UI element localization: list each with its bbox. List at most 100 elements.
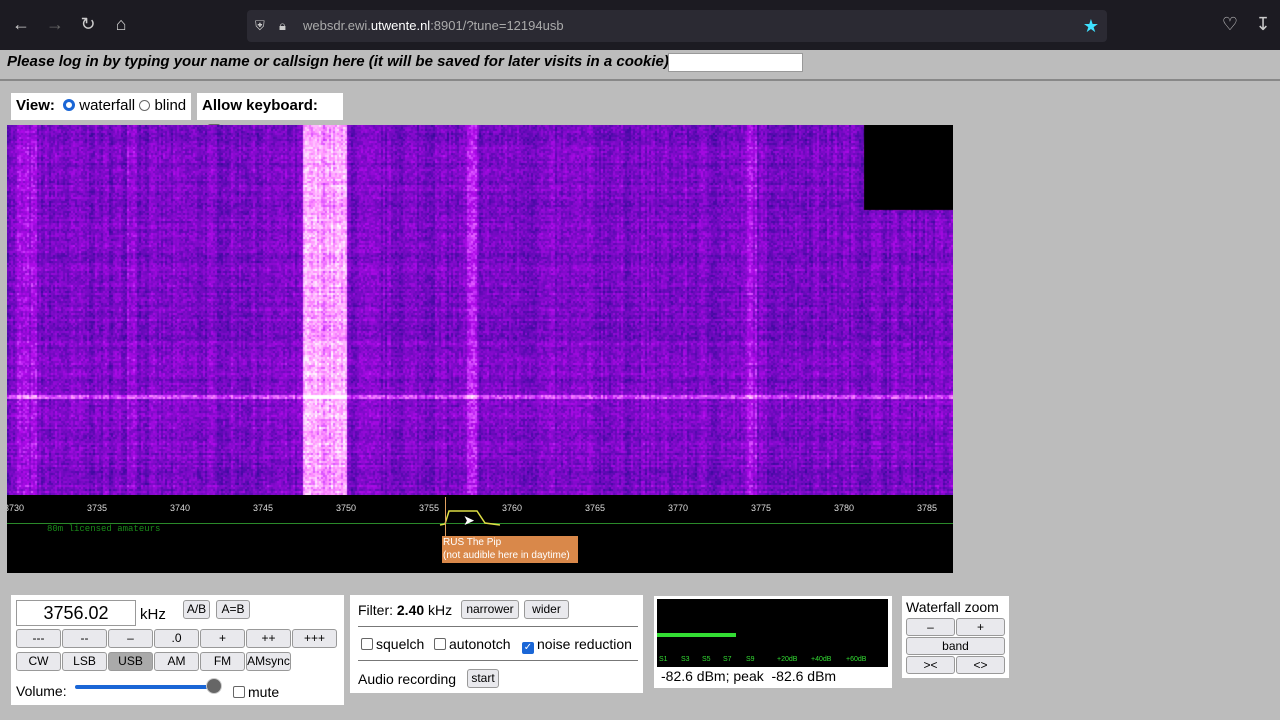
axis-tick-label: 3765	[584, 503, 606, 513]
noise-reduction-checkbox[interactable]: ✓	[522, 642, 534, 654]
filter-unit: kHz	[428, 602, 453, 618]
mouse-cursor-icon: ➤	[463, 512, 475, 528]
waterfall-radio-label[interactable]: waterfall	[79, 97, 135, 114]
axis-tick-label: 3755	[418, 503, 440, 513]
mode-amsync-button[interactable]: AMsync	[246, 652, 291, 671]
axis-tick-label: 3785	[916, 503, 938, 513]
divider	[0, 79, 1280, 81]
zoom-out-button[interactable]: –	[906, 618, 955, 636]
tune-step-button[interactable]: +++	[292, 629, 337, 648]
axis-tick-label: 3745	[252, 503, 274, 513]
pocket-icon[interactable]: ♡	[1218, 14, 1242, 35]
shield-icon: ⛨	[255, 18, 265, 33]
tune-step-button[interactable]: –	[108, 629, 153, 648]
axis-tick-label: 3775	[750, 503, 772, 513]
blind-radio[interactable]	[139, 100, 151, 111]
squelch-option[interactable]: squelch	[361, 636, 424, 652]
url-path: :8901/?tune=12194usb	[430, 18, 564, 33]
filter-label: Filter:	[358, 602, 393, 618]
waterfall-zoom-panel: Waterfall zoom – + band >< <>	[902, 596, 1009, 678]
noise-reduction-option[interactable]: ✓ noise reduction	[522, 636, 632, 654]
wider-button[interactable]: wider	[524, 600, 569, 619]
tune-step-button[interactable]: .0	[154, 629, 199, 648]
axis-tick-label: 3770	[667, 503, 689, 513]
axis-tick-label: 3735	[86, 503, 108, 513]
a-equals-b-button[interactable]: A=B	[216, 600, 250, 619]
callsign-input[interactable]	[668, 53, 803, 72]
bookmark-star-icon[interactable]: ★	[1083, 10, 1099, 42]
mode-am-button[interactable]: AM	[154, 652, 199, 671]
filter-value: 2.40	[396, 602, 425, 618]
station-name: RUS The Pip	[443, 537, 502, 548]
s-meter-scale-label: +60dB	[846, 656, 867, 663]
s-meter-scale-label: +40dB	[811, 656, 832, 663]
frequency-input[interactable]: 3756.02	[16, 600, 136, 626]
mute-checkbox[interactable]	[233, 686, 245, 698]
autonotch-label: autonotch	[449, 636, 511, 652]
recording-start-button[interactable]: start	[467, 669, 499, 688]
audio-recording-label: Audio recording	[358, 671, 457, 687]
axis-tick-label: 3740	[169, 503, 191, 513]
volume-slider[interactable]	[75, 685, 215, 689]
waterfall-zoom-title: Waterfall zoom	[906, 599, 999, 615]
waterfall-radio[interactable]	[63, 99, 76, 111]
s-meter-panel: S1 S3 S5 S7 S9 +20dB +40dB +60dB -82.6 dBm; pea…	[654, 596, 892, 688]
autonotch-checkbox[interactable]	[434, 638, 446, 650]
download-icon[interactable]: ↧	[1251, 14, 1275, 35]
mode-usb-button[interactable]: USB	[108, 652, 153, 671]
zoom-narrow-button[interactable]: ><	[906, 656, 955, 674]
s-meter-scale-label: S7	[723, 656, 732, 663]
s-meter-scale-label: +20dB	[777, 656, 798, 663]
waterfall-display[interactable]	[7, 125, 953, 495]
s-meter-scale-label: S9	[746, 656, 755, 663]
station-label[interactable]: RUS The Pip (not audible here in daytime…	[442, 536, 578, 563]
tuning-panel: 3756.02 kHz A/B A=B --- -- – .0 + ++ +++ CW LSB U…	[11, 595, 344, 705]
mode-lsb-button[interactable]: LSB	[62, 652, 107, 671]
url-host: websdr.ewi.	[303, 18, 371, 33]
view-label: View:	[16, 97, 55, 114]
s-meter: S1 S3 S5 S7 S9 +20dB +40dB +60dB	[657, 599, 888, 667]
mute-option[interactable]: mute	[233, 684, 279, 700]
filter-panel: Filter: 2.40 kHz narrower wider squelch …	[350, 595, 643, 693]
reload-icon[interactable]: ↻	[76, 14, 100, 35]
zoom-band-button[interactable]: band	[906, 637, 1005, 655]
login-prompt: Please log in by typing your name or cal…	[7, 53, 674, 70]
squelch-checkbox[interactable]	[361, 638, 373, 650]
back-icon[interactable]: ←	[9, 14, 33, 35]
ab-button[interactable]: A/B	[183, 600, 210, 619]
frequency-axis[interactable]: 3730373537403745375037553760376537703775…	[7, 495, 953, 573]
address-bar[interactable]: ⛨ 🔒︎ websdr.ewi.utwente.nl:8901/?tune=12…	[247, 10, 1107, 42]
volume-slider-thumb[interactable]	[206, 678, 222, 694]
zoom-wide-button[interactable]: <>	[956, 656, 1005, 674]
divider	[358, 626, 638, 627]
blind-radio-label[interactable]: blind	[154, 97, 186, 114]
lock-icon: 🔒︎	[279, 18, 286, 33]
url-domain: utwente.nl	[370, 18, 431, 33]
band-label: 80m licensed amateurs	[47, 524, 161, 534]
volume-label: Volume:	[16, 683, 67, 699]
view-selector: View: waterfall blind	[11, 93, 191, 120]
mode-fm-button[interactable]: FM	[200, 652, 245, 671]
mute-label: mute	[248, 684, 280, 700]
s-meter-scale-label: S3	[681, 656, 690, 663]
axis-tick-label: 3780	[833, 503, 855, 513]
s-meter-bar	[657, 633, 736, 637]
forward-icon[interactable]: →	[43, 14, 67, 35]
tune-step-button[interactable]: +	[200, 629, 245, 648]
frequency-unit: kHz	[140, 606, 166, 623]
tune-step-button[interactable]: --	[62, 629, 107, 648]
tune-step-button[interactable]: ---	[16, 629, 61, 648]
tune-step-button[interactable]: ++	[246, 629, 291, 648]
keyboard-label: Allow keyboard:	[202, 97, 318, 114]
divider	[358, 660, 638, 661]
keyboard-option: Allow keyboard:	[197, 93, 343, 136]
s-meter-scale-label: S5	[702, 656, 711, 663]
tuning-marker	[445, 497, 446, 537]
autonotch-option[interactable]: autonotch	[434, 636, 511, 652]
narrower-button[interactable]: narrower	[461, 600, 519, 619]
home-icon[interactable]: ⌂	[109, 14, 133, 35]
mode-cw-button[interactable]: CW	[16, 652, 61, 671]
zoom-in-button[interactable]: +	[956, 618, 1005, 636]
axis-tick-label: 3750	[335, 503, 357, 513]
browser-toolbar: ← → ↻ ⌂ ⛨ 🔒︎ websdr.ewi.utwente.nl:8901/…	[0, 0, 1280, 50]
